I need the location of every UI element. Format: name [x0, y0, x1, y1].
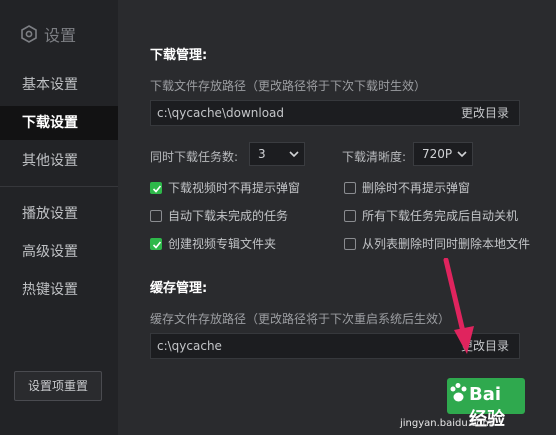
checkbox-auto-shutdown[interactable]: 所有下载任务完成后自动关机: [344, 207, 518, 224]
sidebar-item-download[interactable]: 下载设置: [0, 106, 118, 140]
sidebar: 设置 基本设置 下载设置 其他设置 播放设置 高级设置 热键设置 设置项重置: [0, 0, 118, 435]
chevron-down-icon: [457, 151, 467, 158]
checkbox-unchecked-icon[interactable]: [344, 237, 356, 250]
settings-title: 设置: [20, 22, 76, 46]
checkbox-no-popup-delete[interactable]: 删除时不再提示弹窗: [344, 179, 470, 196]
settings-title-text: 设置: [44, 26, 77, 45]
download-path-value: c:\qycache\download: [157, 106, 285, 120]
sidebar-item-advanced[interactable]: 高级设置: [0, 235, 118, 269]
baidu-watermark: Bai 经验: [447, 378, 525, 430]
sidebar-item-other[interactable]: 其他设置: [0, 144, 118, 178]
sidebar-item-basic[interactable]: 基本设置: [0, 68, 118, 102]
download-path-label: 下载文件存放路径（更改路径将于下次下载时生效）: [150, 79, 427, 93]
checkbox-unchecked-icon[interactable]: [344, 209, 356, 222]
watermark-url: jingyan.baidu.com: [400, 418, 493, 429]
download-section-title: 下载管理:: [150, 48, 208, 63]
settings-content: 下载管理: 下载文件存放路径（更改路径将于下次下载时生效） c:\qycache…: [118, 0, 556, 435]
checkbox-unchecked-icon[interactable]: [150, 209, 162, 222]
reset-settings-button[interactable]: 设置项重置: [14, 371, 102, 401]
sidebar-item-hotkeys[interactable]: 热键设置: [0, 273, 118, 307]
cache-path-value: c:\qycache: [157, 339, 222, 353]
checkbox-checked-icon[interactable]: [150, 237, 162, 250]
chevron-down-icon: [289, 151, 299, 158]
sidebar-item-playback[interactable]: 播放设置: [0, 197, 118, 231]
download-quality-label: 下载清晰度:: [342, 150, 407, 164]
checkbox-checked-icon[interactable]: [150, 181, 162, 194]
download-quality-value: 720P: [422, 147, 453, 161]
checkbox-unchecked-icon[interactable]: [344, 181, 356, 194]
concurrent-tasks-select[interactable]: 3: [249, 142, 305, 166]
sidebar-divider: [0, 186, 118, 187]
download-path-field[interactable]: c:\qycache\download 更改目录: [150, 100, 520, 126]
checkbox-delete-local-files[interactable]: 从列表删除时同时删除本地文件: [344, 235, 530, 252]
concurrent-tasks-value: 3: [258, 147, 266, 161]
checkbox-auto-resume[interactable]: 自动下载未完成的任务: [150, 207, 288, 224]
concurrent-tasks-label: 同时下载任务数:: [150, 150, 239, 164]
checkbox-create-album-folder[interactable]: 创建视频专辑文件夹: [150, 235, 276, 252]
annotation-arrow-icon: [443, 258, 474, 354]
cache-section-title: 缓存管理:: [150, 281, 208, 296]
gear-icon: [21, 25, 37, 43]
paw-logo-icon: [450, 383, 467, 402]
download-quality-select[interactable]: 720P: [413, 142, 473, 166]
cache-path-label: 缓存文件存放路径（更改路径将于下次重启系统后生效）: [150, 312, 451, 326]
checkbox-no-popup-download[interactable]: 下载视频时不再提示弹窗: [150, 179, 300, 196]
download-change-dir-button[interactable]: 更改目录: [461, 101, 509, 125]
